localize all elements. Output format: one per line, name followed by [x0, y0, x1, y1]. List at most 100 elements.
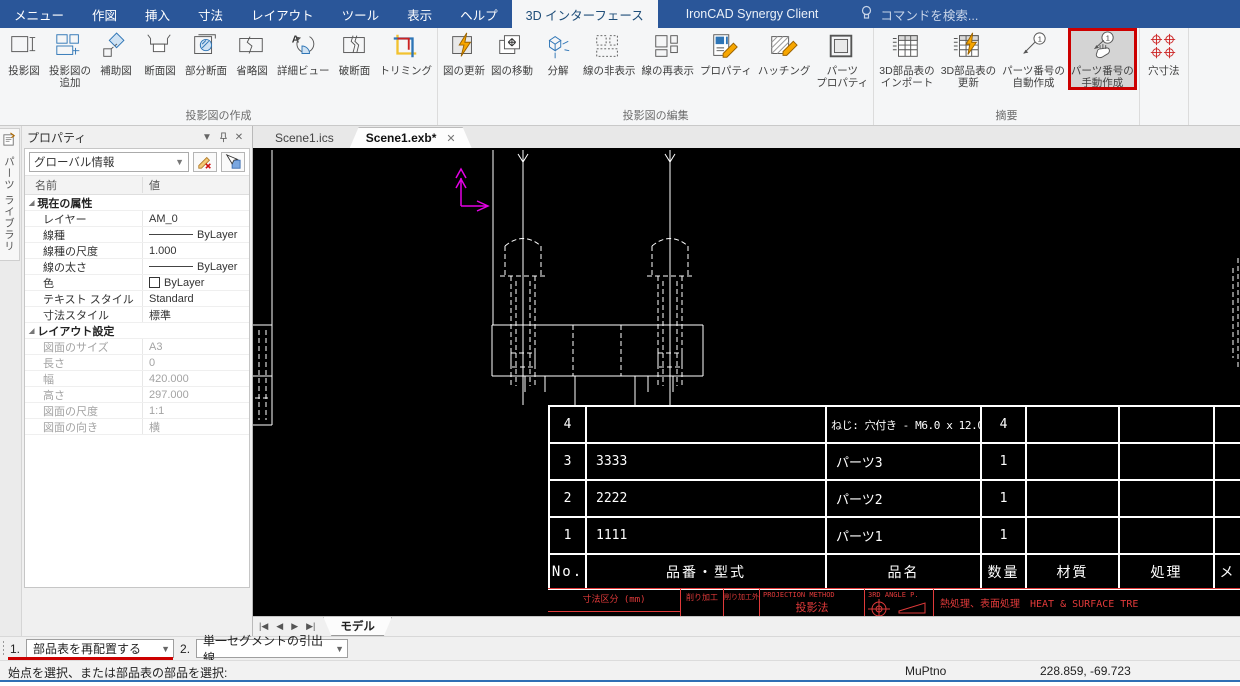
title-block-heat: 熱処理、表面処理 HEAT & SURFACE TRE — [934, 589, 1240, 616]
brand-title: IronCAD Synergy Client — [672, 0, 833, 28]
menu-item-insert[interactable]: 挿入 — [131, 0, 184, 28]
ribbon-button-hide-lines[interactable]: 線の非表示 — [580, 28, 639, 78]
sheet-tab-model[interactable]: モデル — [323, 617, 392, 636]
bom-row[interactable]: 22222パーツ21 — [549, 480, 1240, 517]
update-icon — [448, 31, 480, 63]
property-row-高さ[interactable]: 高さ297.000 — [25, 387, 249, 403]
bom-row[interactable]: 33333パーツ31 — [549, 443, 1240, 480]
ribbon-button-detail[interactable]: A詳細ビュー — [274, 28, 333, 78]
ribbon-button-label: 線の再表示 — [642, 65, 695, 77]
linetype-sample — [149, 266, 193, 267]
menu-item-help[interactable]: ヘルプ — [446, 0, 512, 28]
ribbon-group-2: 3D部品表の インポート3D部品表の 更新1パーツ番号の 自動作成1パーツ番号の… — [874, 28, 1139, 125]
first-sheet-button[interactable]: |◀ — [259, 621, 268, 632]
property-section-1[interactable]: ◢レイアウト設定 — [25, 323, 249, 339]
drag-handle[interactable] — [2, 640, 5, 657]
bom-cell — [586, 406, 826, 443]
ribbon-button-proj[interactable]: 投影図 — [2, 28, 46, 78]
property-row-線の太さ[interactable]: 線の太さByLayer — [25, 259, 249, 275]
ribbon-button-balloon-manual[interactable]: 1パーツ番号の 手動作成 — [1068, 28, 1137, 90]
clear-edit-button[interactable] — [193, 152, 217, 172]
menu-item-3d-interface[interactable]: 3D インターフェース — [512, 0, 658, 28]
close-panel-icon[interactable]: ✕ — [231, 129, 247, 145]
menu-item-dimension[interactable]: 寸法 — [184, 0, 237, 28]
drawing-canvas[interactable]: 4ねじ: 穴付き - M6.0 x 12.0433333パーツ3122222パー… — [253, 148, 1240, 616]
option-2-select[interactable]: 単一セグメントの引出線 ▼ — [196, 639, 348, 658]
ribbon-button-part-props[interactable]: パーツ プロパティ — [813, 28, 871, 90]
property-value: A3 — [149, 341, 162, 353]
ribbon-button-props[interactable]: プロパティ — [697, 28, 755, 78]
hide-lines-icon — [593, 31, 625, 63]
bom-cell — [1119, 480, 1214, 517]
property-row-色[interactable]: 色ByLayer — [25, 275, 249, 291]
property-section-0[interactable]: ◢現在の属性 — [25, 195, 249, 211]
property-row-図面の向き[interactable]: 図面の向き横 — [25, 419, 249, 435]
menu-item-draw[interactable]: 作図 — [78, 0, 131, 28]
menu-item-tools[interactable]: ツール — [328, 0, 394, 28]
next-sheet-button[interactable]: ▶ — [291, 621, 298, 632]
ribbon-button-hatch[interactable]: ハッチング — [755, 28, 814, 78]
close-tab-icon[interactable]: ✕ — [446, 132, 455, 145]
chevron-down-icon: ▼ — [175, 157, 184, 167]
scope-select[interactable]: グローバル情報 ▼ — [29, 152, 189, 172]
bom-cell: 1 — [981, 517, 1026, 554]
bom-cell — [1119, 406, 1214, 443]
ribbon-button-move[interactable]: 図の移動 — [488, 28, 536, 78]
property-row-レイヤー[interactable]: レイヤーAM_0 — [25, 211, 249, 227]
property-row-図面のサイズ[interactable]: 図面のサイズA3 — [25, 339, 249, 355]
ribbon-button-break[interactable]: 破断面 — [333, 28, 377, 78]
ribbon-button-label: パーツ プロパティ — [816, 65, 868, 89]
ribbon-button-label: 断面図 — [144, 65, 176, 77]
property-row-テキスト スタイル[interactable]: テキスト スタイルStandard — [25, 291, 249, 307]
ribbon-button-proj-add[interactable]: 投影図の 追加 — [46, 28, 94, 90]
command-search[interactable]: コマンドを検索... — [860, 0, 978, 28]
ribbon-button-label: 省略図 — [236, 65, 268, 77]
ribbon-button-balloon-auto[interactable]: 1パーツ番号の 自動作成 — [999, 28, 1068, 90]
bom-cell: 3333 — [586, 443, 826, 480]
ribbon-button-show-lines[interactable]: 線の再表示 — [639, 28, 698, 78]
ribbon-button-partial[interactable]: 部分断面 — [182, 28, 230, 78]
ribbon-button-label: パーツ番号の 自動作成 — [1002, 65, 1065, 89]
ribbon-button-hole-dim[interactable]: 穴寸法 — [1142, 28, 1186, 78]
bom-row[interactable]: 11111パーツ11 — [549, 517, 1240, 554]
hole-dim-icon — [1148, 31, 1180, 63]
menu-item-menu[interactable]: メニュー — [0, 0, 78, 28]
parts-library-tab[interactable]: パーツ ライブラリ — [0, 128, 20, 261]
property-row-図面の尺度[interactable]: 図面の尺度1:1 — [25, 403, 249, 419]
property-row-線種の尺度[interactable]: 線種の尺度1.000 — [25, 243, 249, 259]
property-row-長さ[interactable]: 長さ0 — [25, 355, 249, 371]
property-value: ByLayer — [197, 229, 237, 241]
ribbon-button-abbrev[interactable]: 省略図 — [230, 28, 274, 78]
document-tab-1[interactable]: Scene1.exb*✕ — [350, 127, 472, 148]
bom-row[interactable]: 4ねじ: 穴付き - M6.0 x 12.04 — [549, 406, 1240, 443]
ribbon-button-aux[interactable]: 補助図 — [94, 28, 138, 78]
document-tabs: Scene1.icsScene1.exb*✕ — [253, 126, 1240, 148]
panel-menu-icon[interactable]: ▼ — [199, 129, 215, 145]
property-value: ByLayer — [197, 261, 237, 273]
explode-icon — [542, 31, 574, 63]
last-sheet-button[interactable]: ▶| — [306, 621, 315, 632]
ribbon-button-bom-import[interactable]: 3D部品表の インポート — [876, 28, 937, 90]
menu-item-view[interactable]: 表示 — [393, 0, 446, 28]
ribbon-button-explode[interactable]: 分解 — [536, 28, 580, 78]
bom-cell — [1026, 517, 1119, 554]
document-tab-0[interactable]: Scene1.ics — [259, 127, 350, 148]
ribbon-button-label: 図の更新 — [443, 65, 485, 77]
bom-header-cell: No. — [549, 554, 586, 589]
ribbon-button-trim[interactable]: トリミング — [377, 28, 436, 78]
menu-item-layout[interactable]: レイアウト — [237, 0, 328, 28]
status-bar: 始点を選択、または部品表の部品を選択: MuPtno 228.859, -69.… — [0, 660, 1240, 682]
ribbon-button-update[interactable]: 図の更新 — [440, 28, 488, 78]
bom-table[interactable]: 4ねじ: 穴付き - M6.0 x 12.0433333パーツ3122222パー… — [548, 405, 1240, 590]
section-title: レイアウト設定 — [37, 323, 114, 339]
ribbon-button-section[interactable]: 断面図 — [138, 28, 182, 78]
pin-icon[interactable] — [215, 129, 231, 145]
prev-sheet-button[interactable]: ◀ — [276, 621, 283, 632]
option-1-select[interactable]: 部品表を再配置する ▼ — [26, 639, 174, 658]
bom-cell: 1 — [981, 443, 1026, 480]
property-row-幅[interactable]: 幅420.000 — [25, 371, 249, 387]
pick-selection-button[interactable] — [221, 152, 245, 172]
property-row-線種[interactable]: 線種ByLayer — [25, 227, 249, 243]
ribbon-button-bom-update[interactable]: 3D部品表の 更新 — [938, 28, 999, 90]
property-row-寸法スタイル[interactable]: 寸法スタイル標準 — [25, 307, 249, 323]
